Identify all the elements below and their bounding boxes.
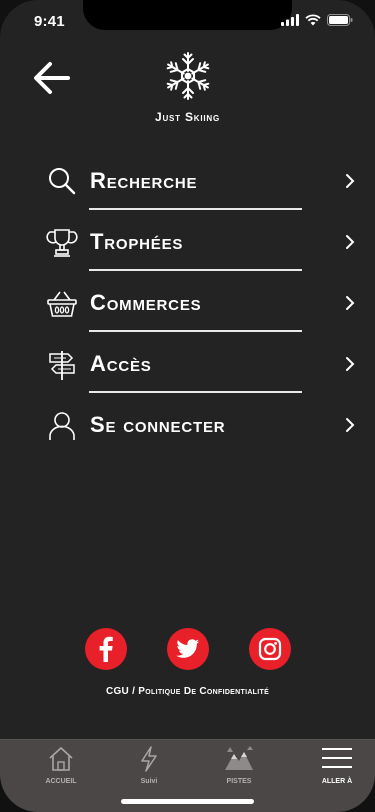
facebook-icon (99, 636, 113, 662)
menu-divider (89, 391, 302, 393)
status-time: 9:41 (34, 13, 65, 30)
tab-label: ALLER À (321, 778, 353, 785)
home-icon (49, 746, 73, 771)
menu-item-trophees[interactable]: Trophées (0, 221, 375, 282)
menu-item-label: Recherche (90, 168, 198, 193)
instagram-button[interactable] (248, 628, 291, 670)
basket-icon (47, 291, 77, 317)
facebook-button[interactable] (84, 628, 127, 670)
phone-screen: 9:41 Just Skiing Recherche Trophées Comm… (0, 0, 375, 812)
menu-item-commerces[interactable]: Commerces (0, 282, 375, 343)
menu-item-label: Se connecter (90, 412, 226, 437)
chevron-right-icon (346, 418, 355, 432)
user-icon (49, 412, 75, 440)
tab-suivi[interactable]: Suivi (114, 746, 184, 785)
app-title: Just Skiing (154, 110, 221, 124)
mountain-icon (225, 746, 253, 770)
chevron-right-icon (346, 357, 355, 371)
tab-label: ACCUEIL (45, 778, 77, 785)
menu-item-label: Accès (90, 351, 152, 376)
main-menu: Recherche Trophées Commerces Accès Se co… (0, 160, 375, 465)
menu-item-label: Trophées (90, 229, 184, 254)
instagram-icon (258, 637, 281, 661)
tab-aller-a[interactable]: ALLER À (302, 746, 372, 785)
tab-label: Suivi (140, 778, 158, 785)
menu-item-recherche[interactable]: Recherche (0, 160, 375, 221)
menu-item-acces[interactable]: Accès (0, 343, 375, 404)
trophy-icon (46, 229, 78, 257)
snowflake-icon (164, 52, 211, 100)
battery-icon (327, 14, 353, 26)
twitter-icon (175, 639, 199, 658)
menu-divider (89, 269, 302, 271)
menu-item-label: Commerces (90, 290, 202, 315)
status-icons (281, 14, 353, 26)
app-logo: Just Skiing (0, 50, 375, 124)
home-indicator[interactable] (121, 799, 254, 804)
chevron-right-icon (346, 235, 355, 249)
search-icon (49, 168, 76, 195)
twitter-button[interactable] (166, 628, 209, 670)
menu-item-se-connecter[interactable]: Se connecter (0, 404, 375, 465)
signpost-icon (49, 351, 75, 380)
chevron-right-icon (346, 296, 355, 310)
notch (83, 0, 292, 30)
tab-accueil[interactable]: ACCUEIL (26, 746, 96, 785)
chevron-right-icon (346, 174, 355, 188)
menu-divider (89, 208, 302, 210)
menu-icon (322, 748, 352, 768)
menu-divider (89, 330, 302, 332)
social-links (0, 628, 375, 670)
wifi-icon (305, 14, 321, 26)
legal-link[interactable]: CGU / Politique De Confidentialité (0, 686, 375, 697)
signal-icon (281, 14, 299, 26)
tab-pistes[interactable]: PISTES (204, 746, 274, 785)
tab-label: PISTES (226, 778, 252, 785)
lightning-icon (141, 746, 157, 772)
